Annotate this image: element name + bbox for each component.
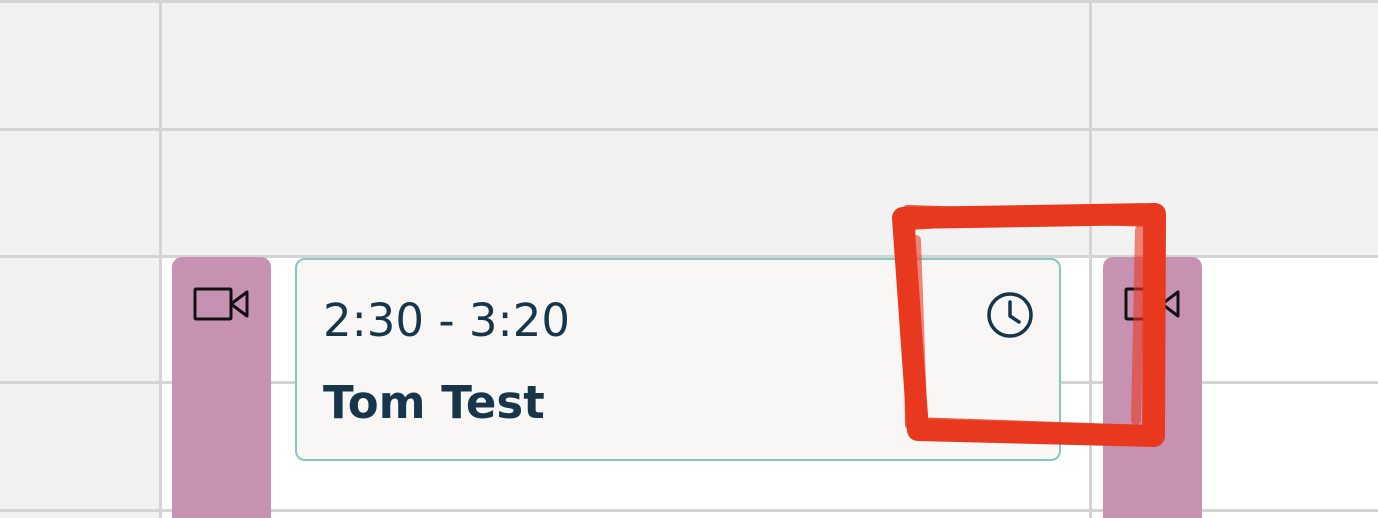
- event-card[interactable]: 2:30 - 3:20 Tom Test: [295, 258, 1061, 461]
- column-divider: [1089, 0, 1092, 518]
- grid-line: [0, 128, 1378, 131]
- video-appointment-block[interactable]: [1103, 257, 1202, 518]
- clock-icon[interactable]: [985, 290, 1035, 340]
- grid-line: [0, 0, 1378, 3]
- unavailable-slot: [0, 257, 162, 518]
- event-time: 2:30 - 3:20: [323, 294, 570, 347]
- event-name: Tom Test: [323, 376, 545, 429]
- video-appointment-block[interactable]: [172, 257, 271, 518]
- video-camera-icon: [193, 287, 249, 321]
- video-camera-icon: [1124, 287, 1180, 321]
- column-divider: [159, 0, 162, 518]
- calendar-week-grid: 2:30 - 3:20 Tom Test: [0, 0, 1378, 518]
